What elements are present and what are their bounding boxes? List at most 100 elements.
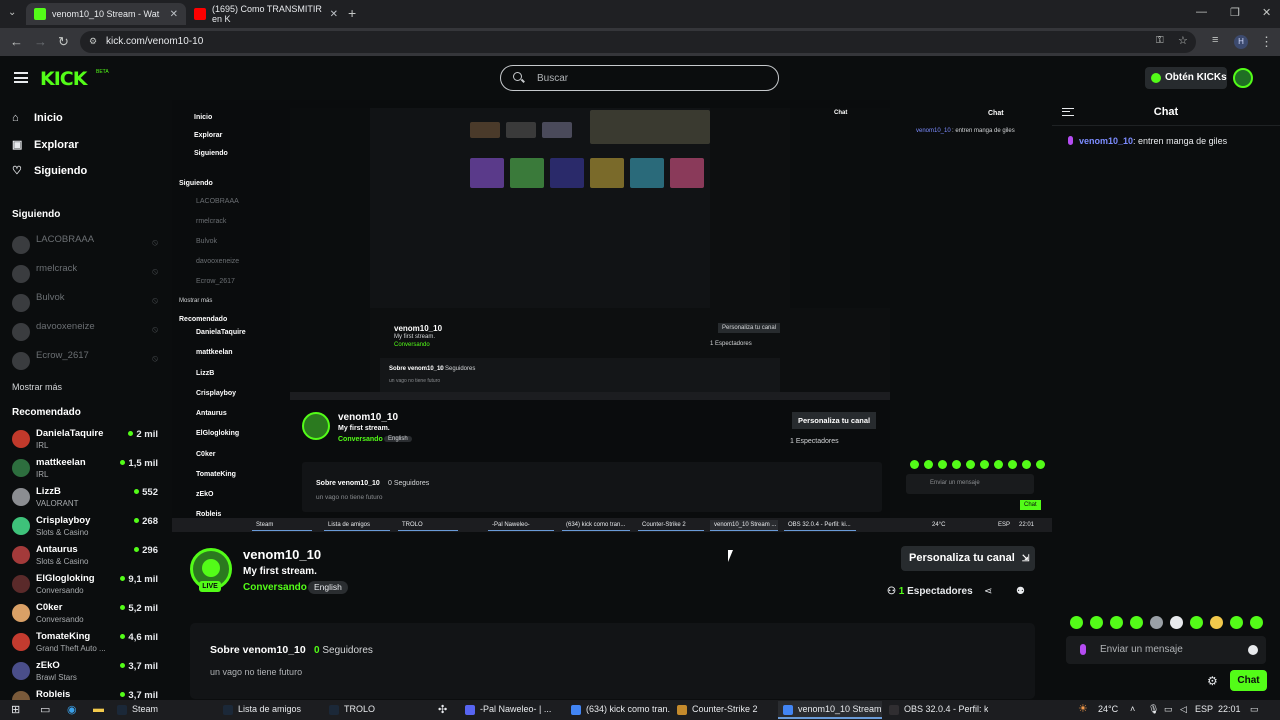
taskbar-item[interactable]: (634) kick como tran... — [566, 701, 670, 719]
nested-show-more: Mostrar más — [179, 298, 213, 304]
close-tab-icon[interactable]: ✕ — [170, 9, 178, 20]
address-bar[interactable]: ⚙ kick.com/venom10-10 ⚿ ☆ — [80, 31, 1196, 53]
chat-input[interactable]: Enviar un mensaje — [1066, 636, 1266, 664]
task-view-icon[interactable]: ▭ — [40, 703, 50, 716]
clock[interactable]: 22:01 — [1218, 704, 1241, 714]
restore-icon[interactable]: ❐ — [1230, 6, 1240, 19]
recommended-item[interactable]: Antaurus Slots & Casino 296 — [12, 542, 162, 570]
following-item[interactable]: Ecrow_2617 ⦸ — [12, 348, 162, 376]
emote-icon — [966, 460, 975, 469]
url-text: kick.com/venom10-10 — [106, 36, 204, 47]
following-item[interactable]: davooxeneize ⦸ — [12, 319, 162, 347]
nested-task-item: -Pal Naweleo- — [488, 520, 554, 531]
emote-icon[interactable] — [1110, 616, 1123, 629]
edge-icon[interactable]: ◉ — [67, 703, 77, 716]
network-icon[interactable]: ▭ — [1164, 704, 1173, 715]
avatar — [12, 575, 30, 593]
following-item[interactable]: Bulvok ⦸ — [12, 290, 162, 318]
stream-category[interactable]: Conversando — [243, 582, 307, 593]
emoji-picker-icon[interactable] — [1248, 645, 1258, 655]
avatar — [12, 236, 30, 254]
customize-channel-button[interactable]: Personaliza tu canal ⇲ — [901, 546, 1035, 571]
reading-list-icon[interactable]: ≡ — [1212, 34, 1218, 46]
close-tab-icon[interactable]: ✕ — [330, 9, 338, 20]
bookmark-star-icon[interactable]: ☆ — [1178, 34, 1188, 47]
emote-icon[interactable] — [1250, 616, 1263, 629]
recommended-item[interactable]: Robleis 3,7 mil — [12, 687, 162, 700]
taskbar-item[interactable]: OBS 32.0.4 - Perfil: ki... — [884, 701, 988, 719]
start-icon[interactable]: ⊞ — [11, 703, 20, 716]
tab-search-icon[interactable]: ⌄ — [8, 7, 16, 18]
taskbar-item[interactable]: -Pal Naweleo- | ... — [460, 701, 564, 719]
site-info-icon[interactable]: ⚙ — [89, 36, 97, 47]
taskbar-item[interactable]: Counter-Strike 2 — [672, 701, 776, 719]
taskbar-item-active[interactable]: venom10_10 Stream ... — [778, 701, 882, 719]
recommended-item[interactable]: ElGlogloking Conversando 9,1 mil — [12, 571, 162, 599]
chat-username[interactable]: venom10_10 — [1079, 136, 1133, 146]
recommended-item[interactable]: Crisplayboy Slots & Casino 268 — [12, 513, 162, 541]
nested-tray-lang: ESP — [998, 522, 1011, 528]
browser-menu-icon[interactable]: ⋮ — [1260, 34, 1273, 50]
settings-gear-icon[interactable]: ✣ — [438, 703, 447, 716]
volume-icon[interactable]: ◁ — [1180, 704, 1187, 715]
minimize-icon[interactable]: — — [1196, 6, 1207, 18]
emote-icon[interactable] — [1150, 616, 1163, 629]
language-tag[interactable]: English — [308, 581, 348, 594]
nested-chat-title: Chat — [988, 110, 1004, 117]
new-tab-icon[interactable]: + — [348, 5, 356, 21]
emote-icon — [980, 460, 989, 469]
tray-chevron-icon[interactable]: ˄ — [1130, 704, 1135, 714]
nested-following-item: LACOBRAAA — [196, 198, 239, 205]
get-kicks-button[interactable]: Obtén KICKs — [1145, 67, 1227, 89]
taskbar-item[interactable]: Steam — [112, 701, 216, 719]
recommended-item[interactable]: TomateKing Grand Theft Auto ... 4,6 mil — [12, 629, 162, 657]
weather-temperature[interactable]: 24°C — [1098, 704, 1118, 714]
chat-settings-icon[interactable]: ⚙ — [1207, 674, 1218, 688]
nav-explorar[interactable]: ▣ Explorar — [12, 139, 79, 151]
browser-tab[interactable]: (1695) Como TRANSMITIR en K ✕ — [186, 3, 346, 25]
user-settings-icon[interactable]: ⚉ — [1016, 586, 1025, 597]
recommended-item[interactable]: mattkeelan IRL 1,5 mil — [12, 455, 162, 483]
search-input[interactable]: Buscar — [500, 65, 779, 91]
show-more-link[interactable]: Mostrar más — [12, 382, 62, 392]
emote-icon[interactable] — [1170, 616, 1183, 629]
nav-siguiendo[interactable]: ♡ Siguiendo — [12, 165, 87, 177]
emote-icon[interactable] — [1210, 616, 1223, 629]
input-language[interactable]: ESP — [1195, 704, 1213, 714]
profile-avatar[interactable]: H — [1234, 35, 1248, 49]
back-icon[interactable]: ← — [10, 34, 23, 49]
nested-task-item: Counter-Strike 2 — [638, 520, 704, 531]
emote-icon[interactable] — [1230, 616, 1243, 629]
emote-icon[interactable] — [1190, 616, 1203, 629]
share-icon[interactable]: ⋖ — [984, 586, 992, 597]
recommended-item[interactable]: C0ker Conversando 5,2 mil — [12, 600, 162, 628]
following-item[interactable]: rmelcrack ⦸ — [12, 261, 162, 289]
nested-recommended-title: Recomendado — [179, 316, 228, 323]
taskbar-item[interactable]: TROLO — [324, 701, 428, 719]
chat-send-button[interactable]: Chat — [1230, 670, 1267, 691]
user-avatar[interactable] — [1233, 68, 1253, 88]
microphone-icon[interactable]: 🎙︎ — [1148, 704, 1159, 715]
reload-icon[interactable]: ↻ — [58, 34, 69, 50]
viewer-count: 5,2 mil — [120, 603, 158, 614]
emote-icon[interactable] — [1090, 616, 1103, 629]
notifications-icon[interactable]: ▭ — [1250, 704, 1259, 715]
weather-icon[interactable]: ☀ — [1078, 702, 1088, 715]
browser-tab-active[interactable]: venom10_10 Stream - Wat ✕ — [26, 3, 186, 25]
recommended-item[interactable]: LizzB VALORANT 552 — [12, 484, 162, 512]
forward-icon[interactable]: → — [34, 34, 47, 49]
channel-name[interactable]: venom10_10 — [243, 547, 321, 562]
taskbar-item[interactable]: Lista de amigos — [218, 701, 322, 719]
folder-icon[interactable]: ▬ — [93, 703, 104, 715]
close-window-icon[interactable]: ✕ — [1262, 6, 1271, 19]
nav-inicio[interactable]: ⌂ Inicio — [12, 112, 63, 124]
recommended-item[interactable]: DanielaTaquire IRL 2 mil — [12, 426, 162, 454]
emote-icon[interactable] — [1130, 616, 1143, 629]
menu-icon[interactable] — [14, 72, 28, 83]
password-key-icon[interactable]: ⚿ — [1156, 35, 1164, 46]
emote-icon[interactable] — [1070, 616, 1083, 629]
following-item[interactable]: LACOBRAAA ⦸ — [12, 232, 162, 260]
kick-logo[interactable]: KICK — [40, 68, 87, 90]
recommended-item[interactable]: zEkO Brawl Stars 3,7 mil — [12, 658, 162, 686]
stream-video-player[interactable]: Inicio Explorar Siguiendo Siguiendo LACO… — [172, 100, 1052, 532]
